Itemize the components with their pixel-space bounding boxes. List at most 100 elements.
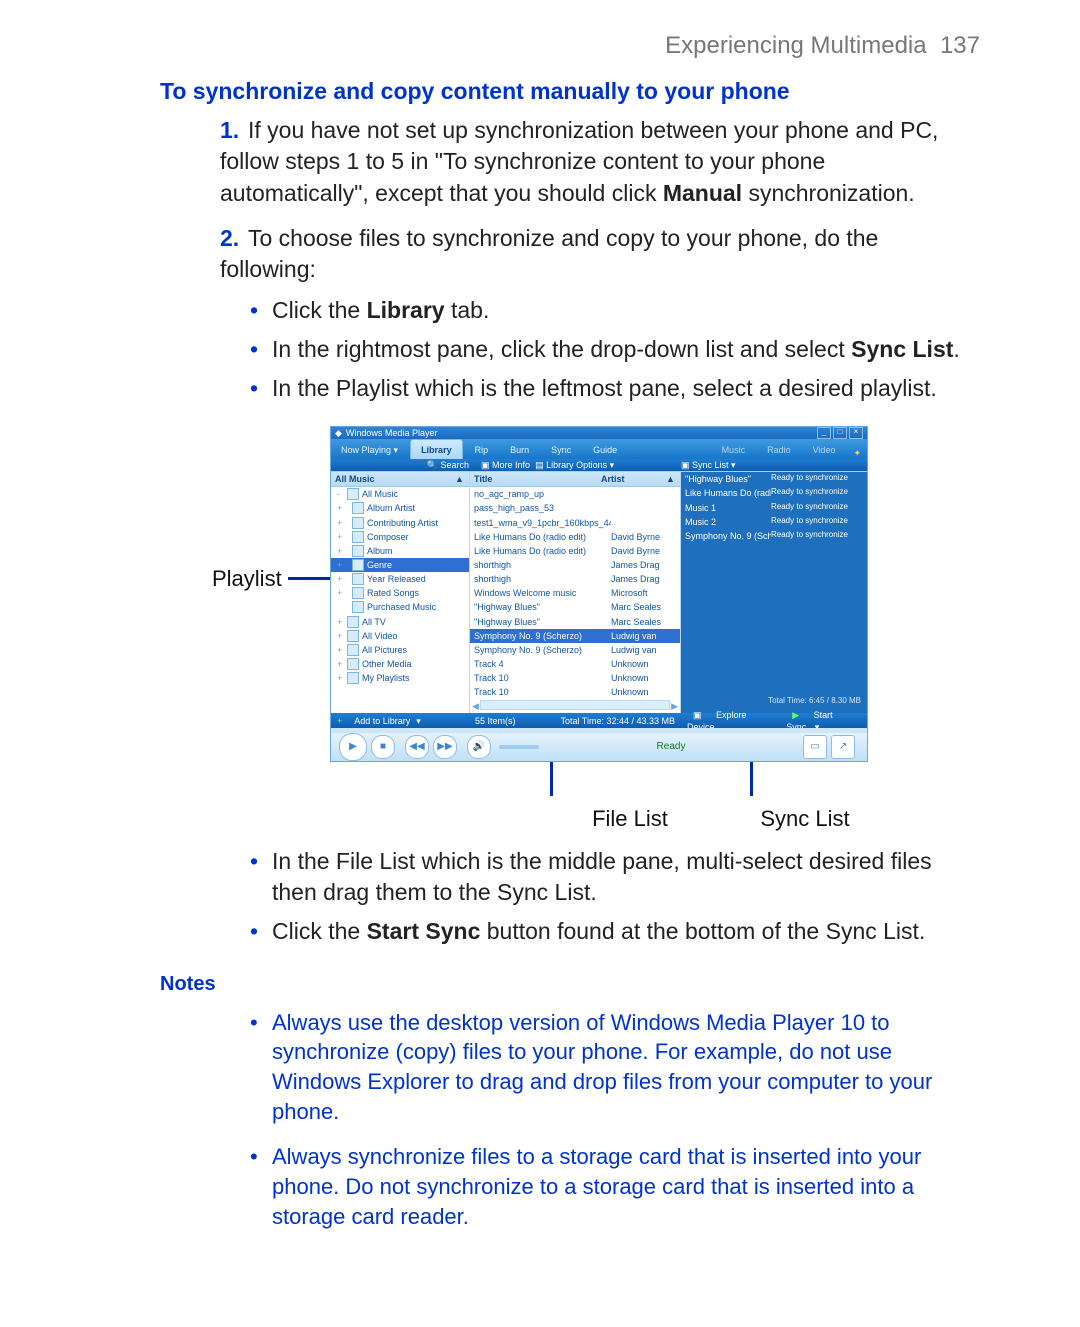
tree-item[interactable]: +All TV [331, 615, 469, 629]
tree-header: All Music▲ [331, 472, 469, 487]
sync-row[interactable]: "Highway Blues"Ready to synchronize [681, 472, 867, 486]
wmp-playback-controls: ▶ ■ ◀◀ ▶▶ 🔊 Ready ▭ ↗ [331, 733, 867, 761]
tree-item[interactable]: + Genre [331, 558, 469, 572]
ready-status: Ready [539, 740, 803, 754]
sync-icon: ▣ [681, 460, 690, 470]
note-item: Always synchronize files to a storage ca… [250, 1142, 980, 1231]
sync-row[interactable]: Symphony No. 9 (Scherzo)Ready to synchro… [681, 529, 867, 543]
file-row[interactable]: Track 4Unknown [470, 657, 680, 671]
playlist-pane[interactable]: All Music▲ -All Music+ Album Artist+ Con… [331, 472, 470, 713]
tab-now-playing[interactable]: Now Playing ▾ [331, 440, 408, 459]
substep: In the rightmost pane, click the drop-do… [250, 334, 980, 365]
tree-item[interactable]: + Year Released [331, 572, 469, 586]
view-button[interactable]: ▭ [803, 735, 827, 759]
tree-item[interactable]: + Contributing Artist [331, 516, 469, 530]
tab-radio[interactable]: Radio [757, 440, 801, 459]
sync-total: Total Time: 6:45 / 8.30 MB [768, 696, 861, 707]
tab-sync[interactable]: Sync [541, 440, 581, 459]
file-row[interactable]: no_agc_ramp_up [470, 487, 680, 501]
wmp-logo-icon: ◆ [335, 427, 342, 439]
sync-row[interactable]: Music 1Ready to synchronize [681, 501, 867, 515]
maximize-button[interactable]: □ [833, 427, 847, 439]
item-count: 55 Item(s) [469, 715, 522, 727]
tree-item[interactable]: + Composer [331, 530, 469, 544]
file-row[interactable]: Like Humans Do (radio edit)David Byrne [470, 544, 680, 558]
volume-slider[interactable] [499, 745, 539, 749]
wmp-titlebar: ◆ Windows Media Player _ □ × [331, 427, 867, 439]
options-icon: ▤ [535, 460, 544, 470]
file-row[interactable]: shorthighJames Drag [470, 572, 680, 586]
file-row[interactable]: test1_wma_v9_1pcbr_160kbps_44khz_2 [470, 516, 680, 530]
page-header: Experiencing Multimedia 137 [160, 30, 980, 62]
tab-burn[interactable]: Burn [500, 440, 539, 459]
callout-playlist: Playlist [212, 564, 282, 594]
note-item: Always use the desktop version of Window… [250, 1008, 980, 1127]
tab-library[interactable]: Library [410, 439, 463, 459]
wmp-tabs: Now Playing ▾ Library Rip Burn Sync Guid… [331, 439, 867, 459]
play-icon: ▶ [786, 710, 805, 720]
tree-item[interactable]: +All Pictures [331, 643, 469, 657]
scroll-right-icon[interactable]: ▶ [671, 700, 678, 712]
add-icon: + [331, 715, 348, 727]
more-info-button[interactable]: More Info [492, 460, 530, 470]
step-number: 1. [220, 115, 248, 146]
total-time: Total Time: 32:44 / 43.33 MB [554, 715, 681, 727]
tree-item[interactable]: + Rated Songs [331, 586, 469, 600]
page-number: 137 [940, 32, 980, 59]
substep: In the Playlist which is the leftmost pa… [250, 373, 980, 404]
file-row[interactable]: Track 10Unknown [470, 671, 680, 685]
step-number: 2. [220, 223, 248, 254]
file-row[interactable]: Like Humans Do (radio edit)David Byrne [470, 530, 680, 544]
sync-row[interactable]: Like Humans Do (radio edit)Ready to sync… [681, 486, 867, 500]
substep: Click the Start Sync button found at the… [250, 916, 980, 947]
sync-list-dropdown[interactable]: Sync List [692, 460, 729, 470]
minimize-button[interactable]: _ [817, 427, 831, 439]
file-row[interactable]: Symphony No. 9 (Scherzo)Ludwig van [470, 643, 680, 657]
step-text: If you have not set up synchronization b… [220, 117, 938, 205]
file-row[interactable]: shorthighJames Drag [470, 558, 680, 572]
files-header: TitleArtist▲ [470, 472, 680, 487]
search-label[interactable]: Search [440, 459, 469, 471]
tab-guide[interactable]: Guide [583, 440, 627, 459]
sync-row[interactable]: Music 2Ready to synchronize [681, 515, 867, 529]
file-row[interactable]: Windows Welcome musicMicrosoft [470, 586, 680, 600]
tree-item[interactable]: + Album [331, 544, 469, 558]
close-button[interactable]: × [849, 427, 863, 439]
mute-button[interactable]: 🔊 [467, 735, 491, 759]
file-row[interactable]: "Highway Blues"Marc Seales [470, 600, 680, 614]
library-options-button[interactable]: Library Options [546, 460, 607, 470]
add-to-library-button[interactable]: Add to Library [348, 715, 416, 727]
tab-music[interactable]: Music [712, 440, 756, 459]
tree-item[interactable]: +Other Media [331, 657, 469, 671]
wmp-screenshot: ◆ Windows Media Player _ □ × Now Playing… [330, 426, 868, 762]
tree-item[interactable]: Purchased Music [331, 600, 469, 614]
file-list-pane[interactable]: TitleArtist▲ no_agc_ramp_uppass_high_pas… [470, 472, 681, 713]
section-title: To synchronize and copy content manually… [160, 76, 980, 107]
scrollbar-h[interactable] [480, 700, 670, 710]
substep: In the File List which is the middle pan… [250, 846, 980, 908]
prev-button[interactable]: ◀◀ [405, 735, 429, 759]
info-icon: ▣ [481, 460, 490, 470]
tab-video[interactable]: Video [803, 440, 846, 459]
callout-filelist: File List [545, 804, 715, 834]
step-2: 2.To choose files to synchronize and cop… [220, 223, 980, 947]
tree-item[interactable]: +All Video [331, 629, 469, 643]
search-icon: 🔍 [427, 459, 438, 471]
file-row[interactable]: pass_high_pass_53 [470, 501, 680, 515]
next-button[interactable]: ▶▶ [433, 735, 457, 759]
file-row[interactable]: Track 10Unknown [470, 685, 680, 699]
file-row[interactable]: "Highway Blues"Marc Seales [470, 615, 680, 629]
tab-rip[interactable]: Rip [465, 440, 499, 459]
tree-item[interactable]: + Album Artist [331, 501, 469, 515]
wmp-toolbar: 🔍 Search ▣ More Info ▤ Library Options ▾… [331, 459, 867, 471]
play-button[interactable]: ▶ [339, 733, 367, 761]
shuffle-button[interactable]: ↗ [831, 735, 855, 759]
sync-list-pane[interactable]: "Highway Blues"Ready to synchronizeLike … [681, 472, 867, 713]
tree-item[interactable]: +My Playlists [331, 671, 469, 685]
step-1: 1.If you have not set up synchronization… [220, 115, 980, 208]
tree-item[interactable]: -All Music [331, 487, 469, 501]
notes-title: Notes [160, 971, 980, 998]
scroll-left-icon[interactable]: ◀ [472, 700, 479, 712]
stop-button[interactable]: ■ [371, 735, 395, 759]
file-row[interactable]: Symphony No. 9 (Scherzo)Ludwig van [470, 629, 680, 643]
